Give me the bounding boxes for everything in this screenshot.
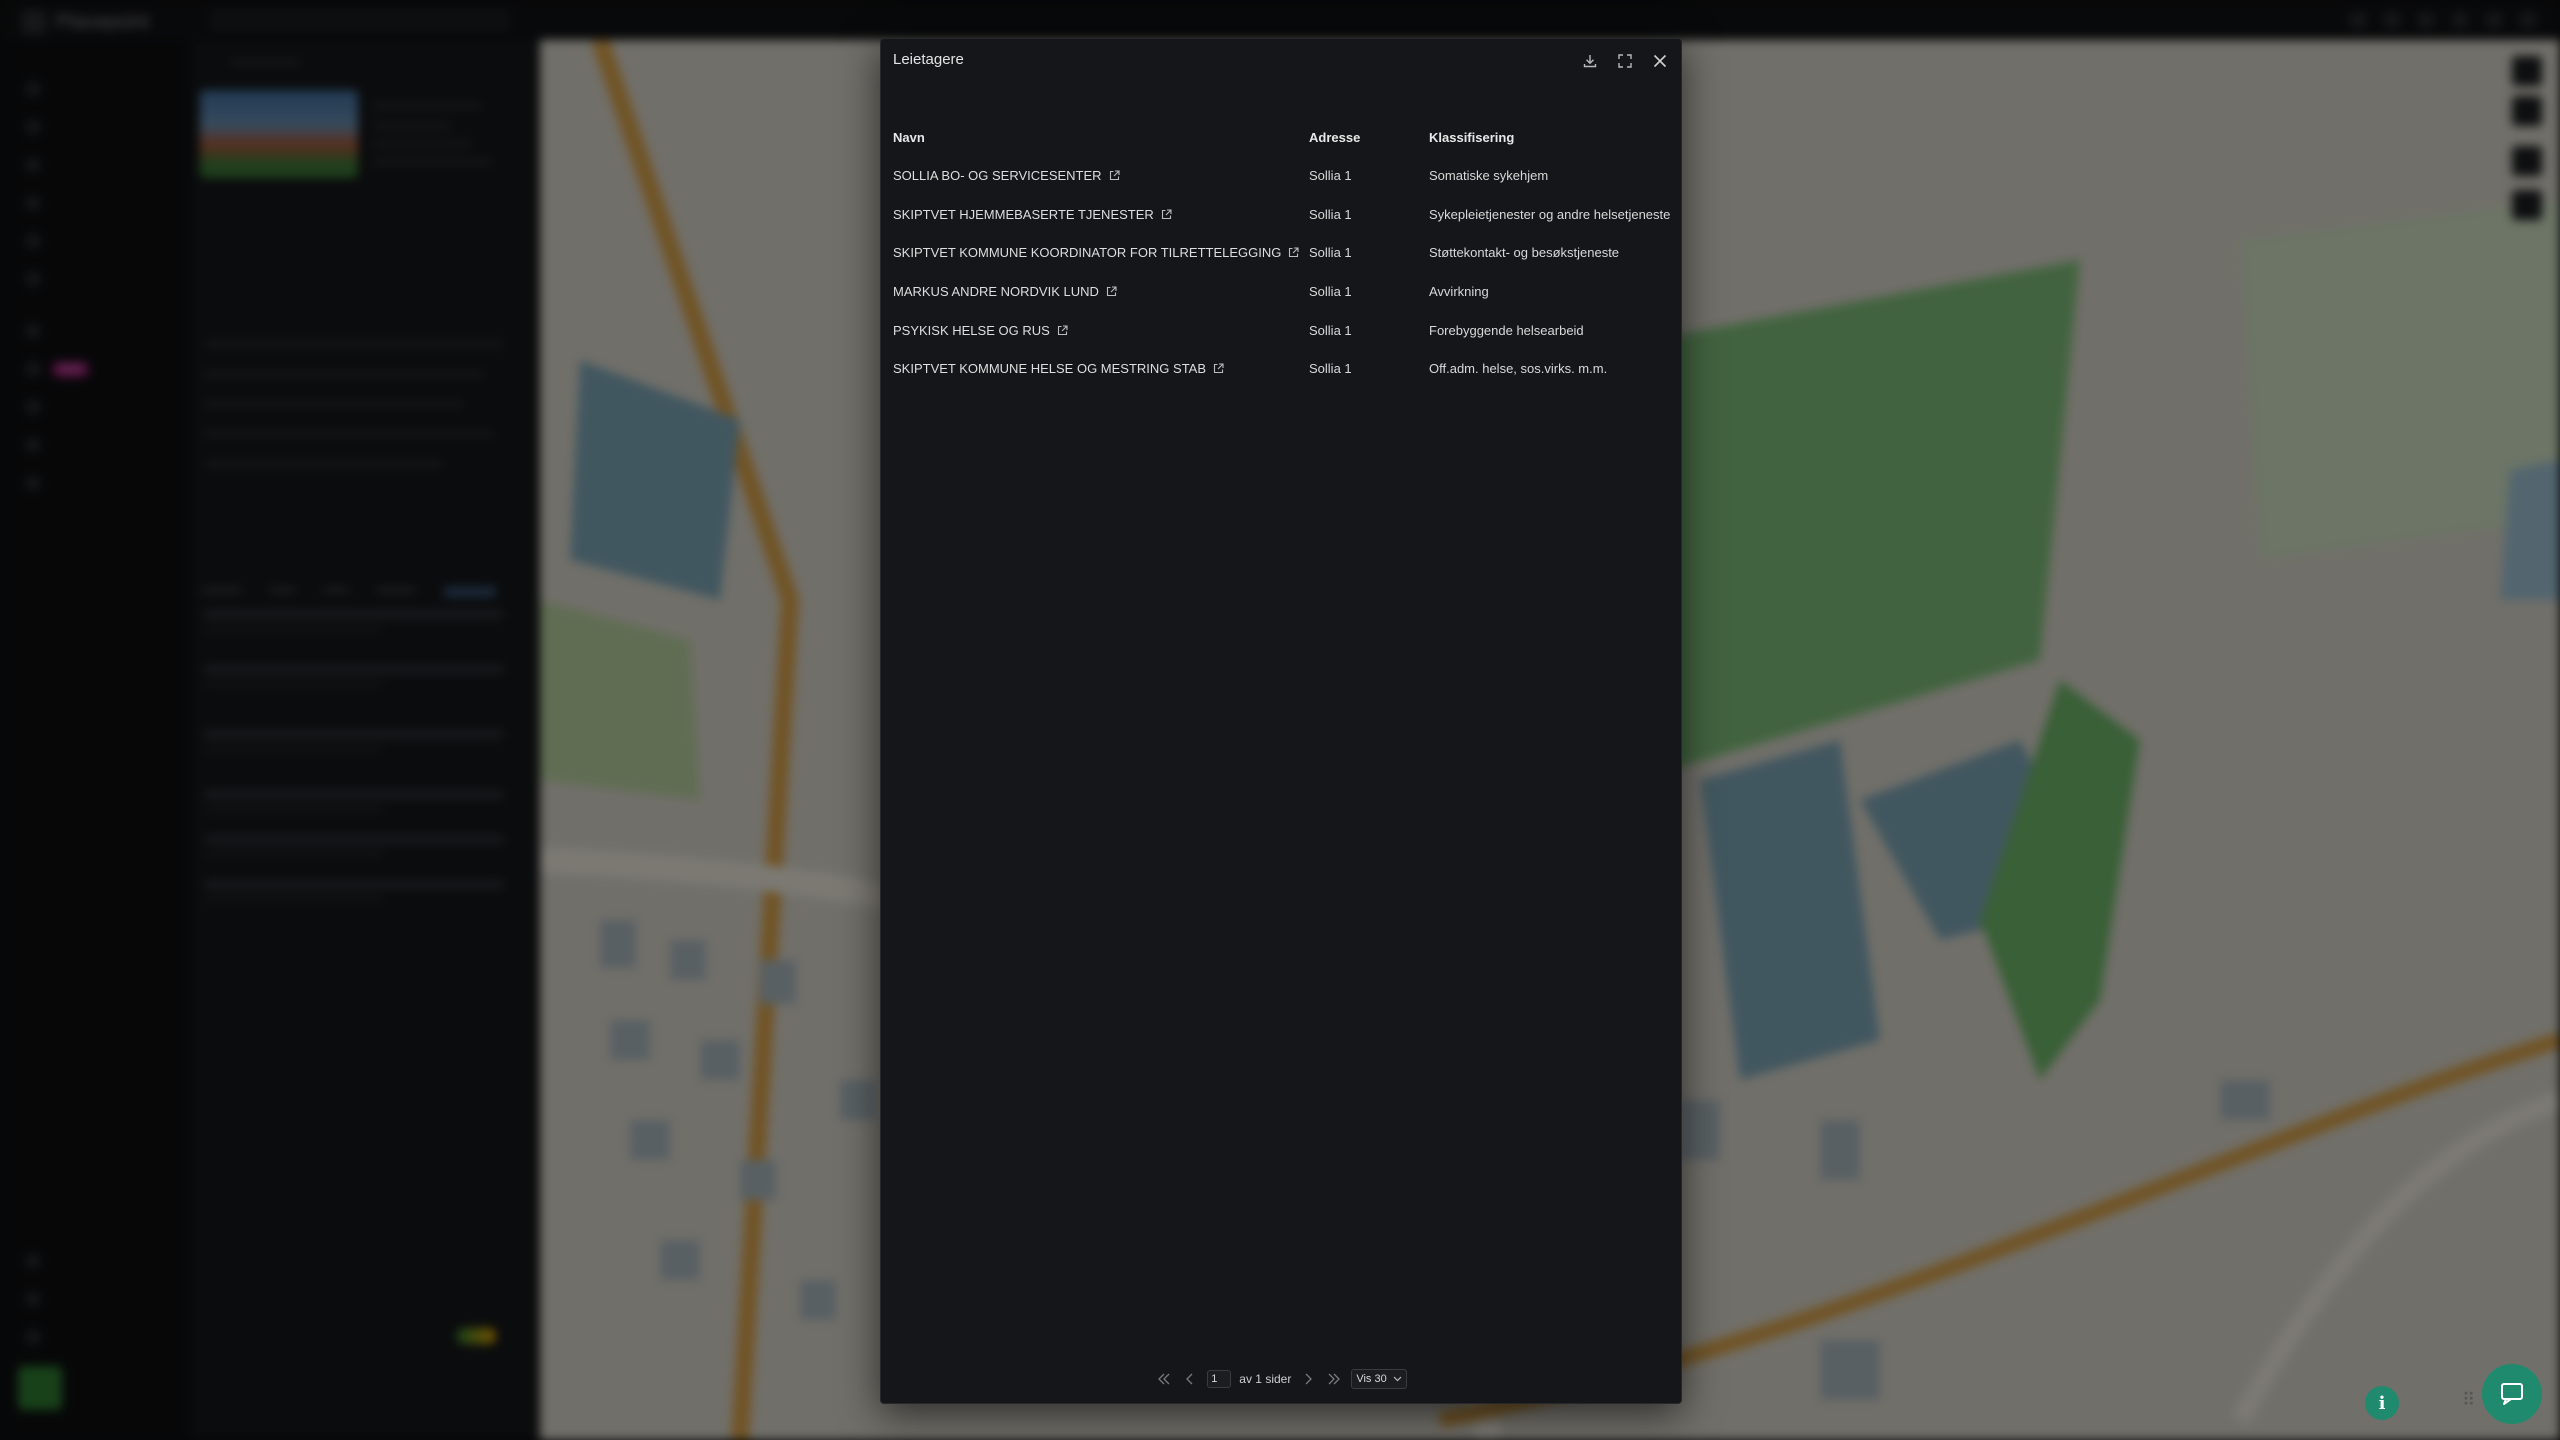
table-row: PSYKISK HELSE OG RUS Sollia 1 Forebyggen… (881, 312, 1681, 351)
tenant-name[interactable]: MARKUS ANDRE NORDVIK LUND (893, 284, 1099, 299)
table-row: SKIPTVET HJEMMEBASERTE TJENESTER Sollia … (881, 196, 1681, 235)
external-link-icon[interactable] (1057, 325, 1068, 336)
double-chevron-right-icon (1328, 1373, 1341, 1385)
close-button[interactable] (1648, 49, 1671, 72)
tenant-name[interactable]: SKIPTVET KOMMUNE HELSE OG MESTRING STAB (893, 361, 1206, 376)
close-icon (1653, 54, 1666, 67)
table-row: SOLLIA BO- OG SERVICESENTER Sollia 1 Som… (881, 157, 1681, 196)
tenants-table-body: SOLLIA BO- OG SERVICESENTER Sollia 1 Som… (881, 157, 1681, 389)
tenant-name-link[interactable]: SKIPTVET KOMMUNE HELSE OG MESTRING STAB (893, 361, 1224, 376)
tenant-address: Sollia 1 (1309, 322, 1352, 338)
tenant-name-link[interactable]: SKIPTVET KOMMUNE KOORDINATOR FOR TILRETT… (893, 245, 1299, 260)
external-link-icon[interactable] (1288, 247, 1299, 258)
tenant-name[interactable]: SKIPTVET KOMMUNE KOORDINATOR FOR TILRETT… (893, 245, 1281, 260)
table-header: Navn Adresse Klassifisering (881, 125, 1681, 151)
last-page-button[interactable] (1325, 1370, 1343, 1388)
column-header-classification[interactable]: Klassifisering (1429, 130, 1514, 145)
dialog-title: Leietagere (893, 51, 964, 68)
tenant-name-link[interactable]: PSYKISK HELSE OG RUS (893, 323, 1068, 338)
chat-button[interactable] (2482, 1364, 2542, 1424)
tenant-classification: Støttekontakt- og besøkstjeneste (1429, 245, 1620, 261)
chevron-left-icon (1186, 1373, 1193, 1385)
external-link-icon[interactable] (1109, 170, 1120, 181)
chevron-right-icon (1305, 1373, 1313, 1385)
external-link-icon[interactable] (1161, 209, 1172, 220)
page-count-label: av 1 sider (1239, 1372, 1292, 1386)
tenant-name[interactable]: PSYKISK HELSE OG RUS (893, 323, 1050, 338)
fullscreen-icon (1617, 53, 1632, 68)
tenant-address: Sollia 1 (1309, 245, 1352, 261)
column-header-name[interactable]: Navn (893, 130, 925, 145)
download-button[interactable] (1578, 49, 1601, 72)
fullscreen-button[interactable] (1613, 49, 1636, 72)
tenant-classification: Off.adm. helse, sos.virks. m.m. (1429, 361, 1608, 377)
pagination: av 1 sider Vis 30 (881, 1367, 1681, 1391)
external-link-icon[interactable] (1106, 286, 1117, 297)
table-row: SKIPTVET KOMMUNE HELSE OG MESTRING STAB … (881, 350, 1681, 389)
tenant-name-link[interactable]: SKIPTVET HJEMMEBASERTE TJENESTER (893, 207, 1172, 222)
tenant-address: Sollia 1 (1309, 361, 1352, 377)
previous-page-button[interactable] (1181, 1370, 1199, 1388)
first-page-button[interactable] (1155, 1370, 1173, 1388)
page-size-value: Vis 30 (1356, 1373, 1387, 1385)
external-link-icon[interactable] (1213, 363, 1224, 374)
drag-handle-icon[interactable]: ⠿ (2462, 1390, 2475, 1411)
tenant-name[interactable]: SKIPTVET HJEMMEBASERTE TJENESTER (893, 207, 1154, 222)
table-row: MARKUS ANDRE NORDVIK LUND Sollia 1 Avvir… (881, 273, 1681, 312)
tenant-classification: Somatiske sykehjem (1429, 168, 1549, 183)
double-chevron-left-icon (1158, 1373, 1170, 1385)
page-size-select[interactable]: Vis 30 (1351, 1369, 1407, 1389)
tenant-name[interactable]: SOLLIA BO- OG SERVICESENTER (893, 168, 1102, 183)
tenant-name-link[interactable]: MARKUS ANDRE NORDVIK LUND (893, 284, 1117, 299)
chevron-down-icon (1393, 1376, 1402, 1382)
tenant-address: Sollia 1 (1309, 206, 1352, 222)
tenant-address: Sollia 1 (1309, 284, 1352, 300)
tenant-classification: Forebyggende helsearbeid (1429, 322, 1584, 338)
chat-icon (2501, 1383, 2523, 1405)
page-number-input[interactable] (1207, 1370, 1232, 1388)
download-icon (1583, 54, 1596, 67)
tenant-address: Sollia 1 (1309, 168, 1352, 183)
tenants-dialog: Leietagere Navn Adresse Klassifisering S… (880, 38, 1682, 1404)
dialog-header: Leietagere (881, 39, 1681, 83)
column-header-address[interactable]: Adresse (1309, 130, 1360, 145)
dialog-actions (1578, 49, 1671, 72)
next-page-button[interactable] (1299, 1370, 1317, 1388)
tenant-classification: Sykepleietjenester og andre helsetjenest… (1429, 206, 1671, 222)
table-row: SKIPTVET KOMMUNE KOORDINATOR FOR TILRETT… (881, 234, 1681, 273)
tenant-classification: Avvirkning (1429, 284, 1489, 300)
info-icon[interactable]: i (2365, 1386, 2399, 1420)
tenant-name-link[interactable]: SOLLIA BO- OG SERVICESENTER (893, 168, 1120, 183)
